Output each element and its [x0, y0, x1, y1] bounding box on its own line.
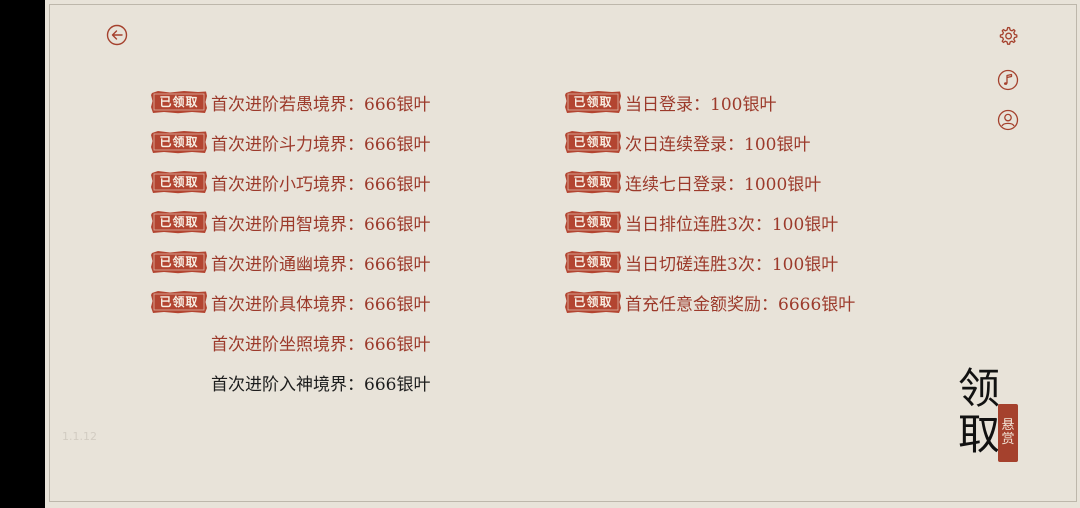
claimed-stamp-label: 已领取: [159, 295, 199, 309]
reward-label: 首次进阶用智境界：666银叶: [211, 214, 431, 235]
claimed-stamp-label: 已领取: [159, 135, 199, 149]
claim-char-1: 领: [958, 364, 1001, 413]
reward-row: 已领取 首次进阶具体境界：666银叶: [150, 282, 430, 322]
music-button[interactable]: [997, 69, 1019, 91]
reward-label: 次日连续登录：100银叶: [625, 134, 811, 155]
claimed-stamp-label: 已领取: [573, 135, 613, 149]
reward-row: 已领取 当日登录：100银叶: [564, 82, 855, 122]
claimed-stamp: 已领取: [150, 170, 208, 194]
claimed-stamp: 已领取: [564, 130, 622, 154]
claimed-stamp: 已领取: [564, 210, 622, 234]
reward-label: 首次进阶具体境界：666银叶: [211, 294, 431, 315]
user-icon: [997, 109, 1019, 131]
claimed-stamp: 已领取: [150, 210, 208, 234]
reward-row: 已领取 首次进阶通幽境界：666银叶: [150, 242, 430, 282]
seal-char-1: 悬: [1001, 418, 1015, 433]
claimed-stamp: 已领取: [150, 290, 208, 314]
bounty-seal: 悬 赏: [998, 404, 1018, 462]
claimed-stamp-label: 已领取: [159, 215, 199, 229]
reward-row: 已领取 首充任意金额奖励：6666银叶: [564, 282, 855, 322]
reward-row: 已领取 首次进阶小巧境界：666银叶: [150, 162, 430, 202]
reward-label: 当日排位连胜3次：100银叶: [625, 214, 839, 235]
reward-label: 首次进阶小巧境界：666银叶: [211, 174, 431, 195]
claim-bounty-button[interactable]: 领 取 悬 赏: [952, 364, 1024, 464]
reward-label: 首次进阶若愚境界：666银叶: [211, 94, 431, 115]
settings-button[interactable]: [997, 25, 1019, 47]
claimed-stamp: 已领取: [150, 250, 208, 274]
claimed-stamp-label: 已领取: [573, 95, 613, 109]
seal-char-2: 赏: [1001, 432, 1015, 447]
back-arrow-icon: [106, 24, 128, 46]
reward-row: 已领取 首次进阶斗力境界：666银叶: [150, 122, 430, 162]
reward-label: 当日切磋连胜3次：100银叶: [625, 254, 839, 275]
reward-row[interactable]: 首次进阶坐照境界：666银叶: [150, 322, 430, 362]
claimed-stamp-label: 已领取: [159, 175, 199, 189]
reward-label: 首次进阶斗力境界：666银叶: [211, 134, 431, 155]
reward-row: 已领取 连续七日登录：1000银叶: [564, 162, 855, 202]
back-button[interactable]: [106, 24, 128, 46]
reward-list-right: 已领取 当日登录：100银叶 已领取 次日连续登录：100银叶 已领取 连续七日登录：10…: [564, 82, 855, 322]
reward-label: 当日登录：100银叶: [625, 94, 777, 115]
reward-label: 首次进阶入神境界：666银叶: [211, 374, 431, 395]
reward-row: 首次进阶入神境界：666银叶: [150, 362, 430, 402]
reward-label: 首次进阶坐照境界：666银叶: [211, 334, 431, 355]
claimed-stamp-label: 已领取: [573, 175, 613, 189]
stamp-placeholder: [150, 330, 208, 354]
claimed-stamp: 已领取: [564, 90, 622, 114]
profile-button[interactable]: [997, 109, 1019, 131]
gear-icon: [999, 26, 1018, 45]
reward-label: 连续七日登录：1000银叶: [625, 174, 822, 195]
reward-row: 已领取 次日连续登录：100银叶: [564, 122, 855, 162]
claimed-stamp: 已领取: [564, 250, 622, 274]
reward-row: 已领取 首次进阶若愚境界：666银叶: [150, 82, 430, 122]
claimed-stamp-label: 已领取: [159, 95, 199, 109]
claimed-stamp: 已领取: [150, 90, 208, 114]
reward-label: 首次进阶通幽境界：666银叶: [211, 254, 431, 275]
claimed-stamp: 已领取: [564, 290, 622, 314]
claimed-stamp: 已领取: [564, 170, 622, 194]
claimed-stamp-label: 已领取: [573, 215, 613, 229]
reward-list-left: 已领取 首次进阶若愚境界：666银叶 已领取 首次进阶斗力境界：666银叶 已领取 首次进…: [150, 82, 430, 402]
claimed-stamp-label: 已领取: [573, 255, 613, 269]
reward-row: 已领取 首次进阶用智境界：666银叶: [150, 202, 430, 242]
claimed-stamp-label: 已领取: [159, 255, 199, 269]
version-label: 1.1.12: [62, 430, 97, 443]
claimed-stamp-label: 已领取: [573, 295, 613, 309]
music-note-icon: [997, 69, 1019, 91]
stamp-placeholder: [150, 370, 208, 394]
reward-row: 已领取 当日切磋连胜3次：100银叶: [564, 242, 855, 282]
claimed-stamp: 已领取: [150, 130, 208, 154]
reward-label: 首充任意金额奖励：6666银叶: [625, 294, 856, 315]
claim-char-2: 取: [958, 410, 1001, 459]
reward-row: 已领取 当日排位连胜3次：100银叶: [564, 202, 855, 242]
